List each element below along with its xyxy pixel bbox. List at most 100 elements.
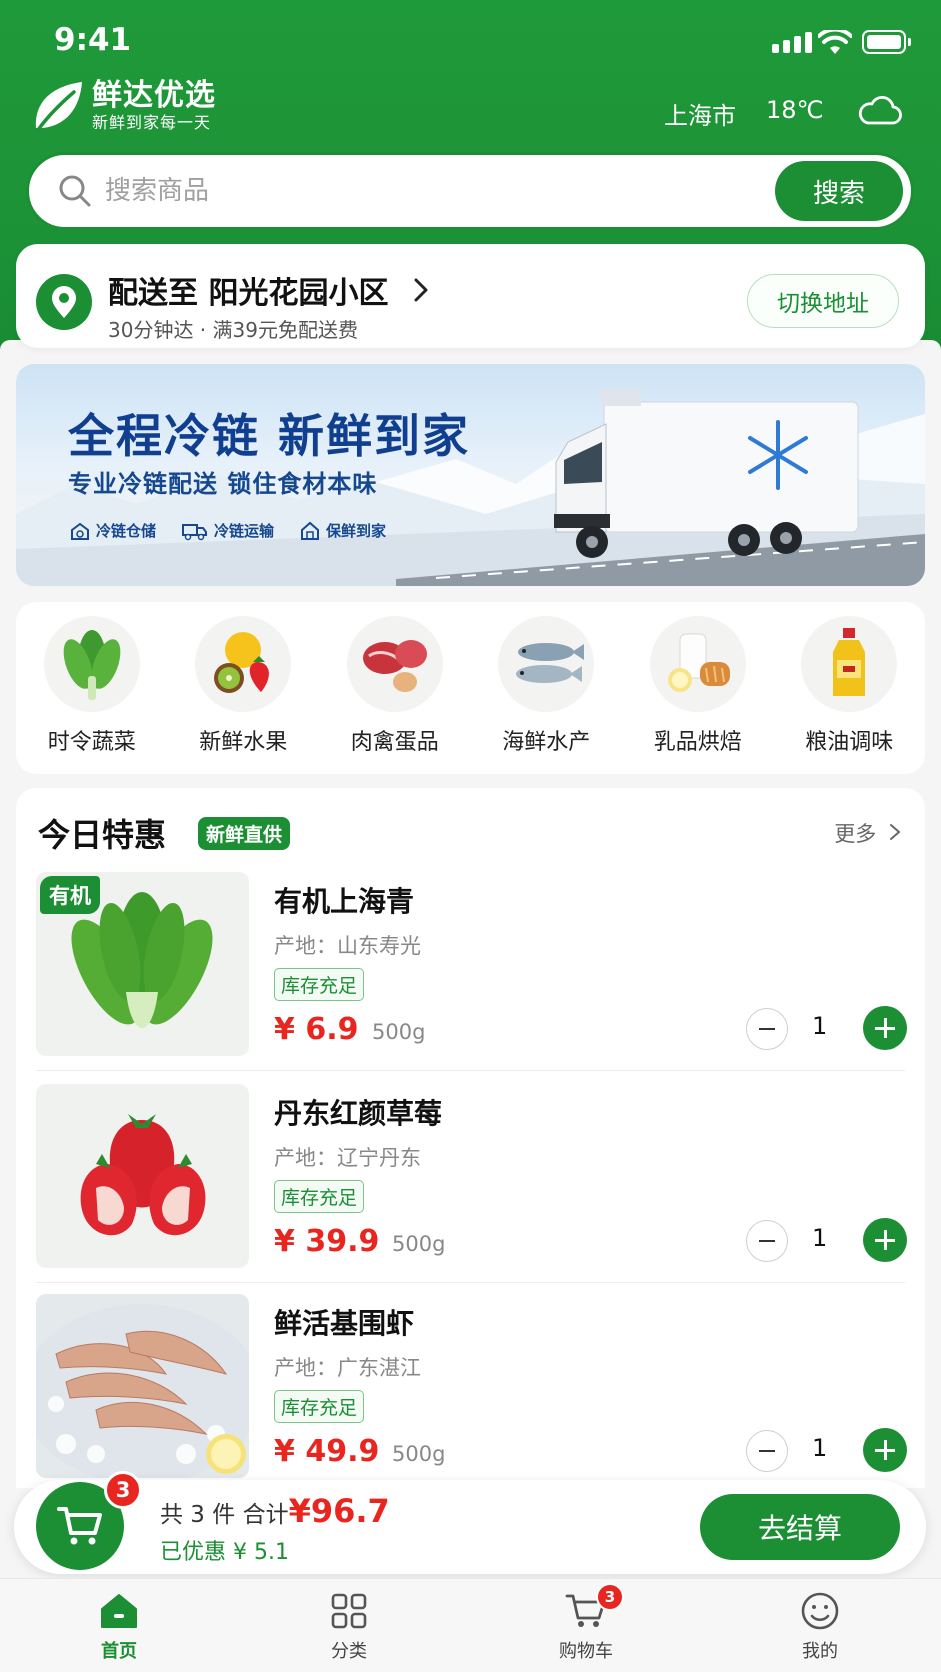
truck-icon [182,523,208,540]
organic-badge: 有机 [40,876,100,914]
search-button[interactable]: 搜索 [775,161,903,221]
product-image: 有机 [36,872,249,1056]
promo-banner[interactable]: 全程冷链 新鲜到家 专业冷链配送 锁住食材本味 冷链仓储 冷链运输 保鲜到家 [16,364,925,586]
product-card[interactable]: 有机 有机上海青 产地：山东寿光 库存充足 ¥ 6.9 500g 1 [36,872,907,1068]
bottom-tab-bar: 首页 分类 3 购物车 我的 [0,1578,941,1672]
product-origin: 产地：辽宁丹东 [274,1146,421,1170]
cart-savings: 已优惠 ¥ 5.1 [160,1540,289,1565]
tab-label: 分类 [331,1641,367,1662]
home-icon [59,1589,179,1633]
quantity-value: 1 [812,1224,828,1252]
increase-button[interactable] [863,1428,907,1472]
cart-summary-bar: 3 共 3 件 合计¥96.7 已优惠 ¥ 5.1 去结算 [14,1471,926,1574]
product-name: 鲜活基围虾 [274,1307,415,1340]
cart-summary-prefix: 共 3 件 合计 [160,1502,289,1528]
switch-address-button[interactable]: 切换地址 [747,274,899,328]
product-card[interactable]: 鲜活基围虾 产地：广东湛江 库存充足 ¥ 49.9 500g 1 [36,1294,907,1490]
product-price: ¥ 6.9 [274,1012,359,1047]
search-input[interactable] [105,176,705,206]
deals-section: 今日特惠 新鲜直供 更多 有机 有机上海青 产地：山东寿光 库存充足 ¥ 6.9… [16,788,925,1488]
home-fresh-icon [301,521,320,540]
wifi-icon [818,30,852,54]
product-unit: 500g [392,1232,446,1256]
banner-feature: 冷链仓储 [70,520,156,541]
chevron-right-icon [890,824,901,840]
city-label[interactable]: 上海市 [664,96,736,131]
cloud-icon [858,95,902,125]
section-title: 今日特惠 [38,816,167,854]
divider [36,1282,905,1283]
tab-profile[interactable]: 我的 [760,1589,880,1663]
section-tag: 新鲜直供 [198,817,291,850]
category-label: 肉禽蛋品 [350,730,439,755]
cart-count-badge: 3 [104,1471,142,1509]
banner-subline: 专业冷链配送 锁住食材本味 [68,470,378,498]
cart-tab-badge: 3 [596,1583,624,1611]
tab-label: 我的 [802,1641,838,1662]
increase-button[interactable] [863,1218,907,1262]
increase-button[interactable] [863,1006,907,1050]
leaf-icon [35,82,82,132]
delivery-address: 配送至 阳光花园小区 [108,276,389,311]
product-image [36,1294,249,1478]
status-bar: 9:41 [0,18,941,62]
stock-badge: 库存充足 [274,1390,365,1423]
delivery-card[interactable]: 配送至 阳光花园小区 30分钟达 · 满39元免配送费 切换地址 [16,244,925,348]
fruit-icon [195,616,292,712]
category-vegetables[interactable]: 时令蔬菜 [27,616,157,774]
product-unit: 500g [372,1020,426,1044]
cart-icon [57,1507,102,1545]
category-dairy[interactable]: 乳品烘焙 [633,616,763,774]
fish-icon [498,616,595,712]
category-label: 粮油调味 [805,730,894,755]
tab-category[interactable]: 分类 [289,1589,409,1663]
warehouse-icon [71,522,89,540]
status-time: 9:41 [54,22,132,58]
banner-feature: 保鲜到家 [300,520,386,541]
cart-total: ¥96.7 [288,1492,390,1530]
category-fruits[interactable]: 新鲜水果 [178,616,308,774]
quantity-value: 1 [812,1012,828,1040]
divider [36,1070,905,1071]
stock-badge: 库存充足 [274,968,365,1001]
quantity-value: 1 [812,1434,828,1462]
product-name: 丹东红颜草莓 [274,1097,443,1130]
banner-feature: 冷链运输 [182,520,274,541]
category-label: 海鲜水产 [502,730,591,755]
decrease-button[interactable] [746,1008,788,1050]
category-label: 时令蔬菜 [47,730,136,755]
product-origin: 产地：广东湛江 [274,1356,421,1380]
decrease-button[interactable] [746,1430,788,1472]
decrease-button[interactable] [746,1220,788,1262]
tab-label: 首页 [101,1641,137,1662]
category-label: 新鲜水果 [199,730,288,755]
tab-home[interactable]: 首页 [59,1589,179,1663]
brand-logo: 鲜达优选 新鲜到家每一天 [32,78,216,134]
product-card[interactable]: 丹东红颜草莓 产地：辽宁丹东 库存充足 ¥ 39.9 500g 1 [36,1084,907,1280]
checkout-button[interactable]: 去结算 [700,1494,900,1560]
category-label: 乳品烘焙 [653,730,742,755]
cart-summary: 共 3 件 合计¥96.7 [160,1492,390,1530]
product-price: ¥ 49.9 [274,1434,380,1469]
category-grain-oil[interactable]: 粮油调味 [784,616,914,774]
delivery-title[interactable]: 配送至 阳光花园小区 [108,268,429,312]
location-pin-icon [36,274,92,330]
category-meat[interactable]: 肉禽蛋品 [330,616,460,774]
meat-icon [346,616,443,712]
grid-icon [289,1589,409,1633]
product-image [36,1084,249,1268]
delivery-subtitle: 30分钟达 · 满39元免配送费 [108,318,358,342]
product-name: 有机上海青 [274,885,415,918]
search-icon [59,175,91,207]
search-bar: 搜索 [26,152,914,230]
chevron-right-icon [413,276,429,311]
brand-slogan: 新鲜到家每一天 [92,113,212,132]
tab-cart[interactable]: 3 购物车 [526,1583,646,1663]
signal-icon [772,32,812,53]
tab-label: 购物车 [559,1641,613,1662]
vegetable-icon [43,616,140,712]
truck-illustration [554,388,859,558]
product-price: ¥ 39.9 [274,1224,380,1259]
more-link[interactable]: 更多 [834,818,901,848]
category-seafood[interactable]: 海鲜水产 [481,616,611,774]
